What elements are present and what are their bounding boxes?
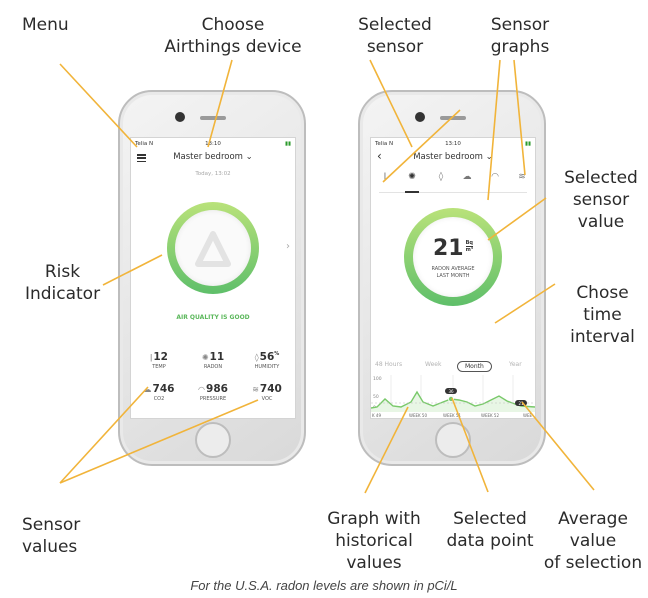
callout-graph-historical: Graph with historical values bbox=[327, 509, 421, 573]
callout-selected-sensor: Selected sensor bbox=[358, 15, 432, 57]
callout-time-interval: Chose time interval bbox=[570, 283, 635, 347]
average-label: 21 bbox=[518, 401, 524, 406]
risk-indicator-ring bbox=[167, 202, 259, 294]
clock-label: 13:10 bbox=[205, 141, 221, 147]
x-label-1: WEEK 50 bbox=[409, 413, 427, 418]
x-label-2: WEEK 51 bbox=[443, 413, 461, 418]
battery-icon: ▮▮ bbox=[524, 141, 531, 147]
left-phone-screen: Telia N 13:10 ▮▮ Master bedroom ⌄ Today,… bbox=[130, 137, 296, 419]
humidity-icon[interactable]: ◊ bbox=[433, 172, 449, 182]
interval-month[interactable]: Month bbox=[457, 361, 492, 372]
front-camera bbox=[175, 112, 185, 122]
time-interval-selector: 48 Hours Week Month Year bbox=[375, 359, 535, 372]
left-phone: Telia N 13:10 ▮▮ Master bedroom ⌄ Today,… bbox=[118, 90, 306, 466]
callout-sensor-graphs: Sensor graphs bbox=[490, 15, 550, 57]
value-caption-1: RADON AVERAGE bbox=[431, 266, 475, 272]
sensor-tabs: ǀ ✺ ◊ ☁ ◠ ≋ bbox=[371, 172, 535, 190]
status-bar: Telia N 13:10 ▮▮ bbox=[375, 141, 531, 150]
callout-sensor-values: Sensor values bbox=[22, 515, 81, 557]
earpiece-speaker bbox=[440, 116, 466, 120]
airthings-logo-icon bbox=[195, 231, 231, 267]
device-selector[interactable]: Master bedroom ⌄ bbox=[173, 152, 253, 162]
selected-tab-indicator bbox=[405, 191, 419, 193]
right-phone: Telia N 13:10 ▮▮ ‹ Master bedroom ⌄ ǀ ✺ … bbox=[358, 90, 546, 466]
sensor-value: 21 Bq m³ bbox=[432, 236, 474, 261]
gauge-icon[interactable]: ◠ bbox=[487, 172, 503, 182]
thermometer-icon[interactable]: ǀ bbox=[377, 172, 393, 182]
sensor-humidity[interactable]: ◊56% HUMIDITY bbox=[241, 351, 293, 370]
status-bar: Telia N 13:10 ▮▮ bbox=[135, 141, 291, 150]
sensor-radon[interactable]: ✺11 RADON bbox=[187, 351, 239, 370]
back-chevron-icon[interactable]: ‹ bbox=[377, 149, 382, 163]
clock-label: 13:10 bbox=[445, 141, 461, 147]
chevron-right-icon[interactable]: › bbox=[286, 241, 290, 252]
cloud-icon[interactable]: ☁ bbox=[459, 172, 475, 182]
footer-note: For the U.S.A. radon levels are shown in… bbox=[190, 578, 458, 593]
thermometer-icon: ǀ bbox=[150, 353, 153, 362]
home-button[interactable] bbox=[435, 422, 471, 458]
callout-risk-indicator: Risk Indicator bbox=[24, 262, 101, 304]
sensor-co2[interactable]: ☁746 CO2 bbox=[133, 383, 185, 402]
cloud-icon: ☁ bbox=[143, 385, 152, 394]
right-phone-screen: Telia N 13:10 ▮▮ ‹ Master bedroom ⌄ ǀ ✺ … bbox=[370, 137, 536, 419]
sensor-voc[interactable]: ≋740 VOC bbox=[241, 383, 293, 402]
y-tick-100: 100 bbox=[373, 376, 382, 382]
unit-top: Bq bbox=[465, 240, 474, 247]
radon-icon: ✺ bbox=[201, 353, 209, 362]
callout-choose-device: Choose Airthings device bbox=[164, 15, 302, 57]
interval-week[interactable]: Week bbox=[425, 361, 441, 368]
voc-icon: ≋ bbox=[252, 385, 259, 394]
top-bar: Master bedroom ⌄ bbox=[131, 152, 295, 168]
y-tick-50: 50 bbox=[373, 394, 379, 400]
callout-menu: Menu bbox=[22, 15, 69, 35]
history-graph[interactable]: 100 50 0 36 21 K 49 WEEK 50 WEEK 51 WEEK… bbox=[371, 374, 535, 418]
gauge-icon: ◠ bbox=[198, 385, 206, 394]
callout-average-value: Average value of selection bbox=[543, 509, 643, 573]
selected-data-point bbox=[448, 395, 455, 402]
interval-48-hours[interactable]: 48 Hours bbox=[375, 361, 402, 368]
front-camera bbox=[415, 112, 425, 122]
sensor-pressure[interactable]: ◠986 PRESSURE bbox=[187, 383, 239, 402]
radon-icon[interactable]: ✺ bbox=[404, 172, 420, 182]
sensor-temp[interactable]: ǀ12 TEMP bbox=[133, 351, 185, 370]
tab-divider bbox=[379, 192, 527, 193]
top-bar: ‹ Master bedroom ⌄ bbox=[371, 149, 535, 168]
x-label-4: WEE bbox=[523, 413, 532, 418]
interval-year[interactable]: Year bbox=[509, 361, 522, 368]
x-label-3: WEEK 52 bbox=[481, 413, 499, 418]
earpiece-speaker bbox=[200, 116, 226, 120]
value-caption-2: LAST MONTH bbox=[436, 273, 470, 279]
selected-point-label: 36 bbox=[448, 389, 454, 394]
menu-icon[interactable] bbox=[137, 154, 146, 163]
unit-bottom: m³ bbox=[465, 247, 474, 253]
last-updated-date: Today, 13:02 bbox=[195, 171, 231, 177]
battery-icon: ▮▮ bbox=[284, 141, 291, 147]
x-label-0: K 49 bbox=[372, 413, 381, 418]
callout-selected-data-point: Selected data point bbox=[446, 509, 534, 551]
voc-icon[interactable]: ≋ bbox=[514, 172, 530, 182]
callout-selected-sensor-value: Selected sensor value bbox=[564, 168, 638, 232]
device-selector[interactable]: Master bedroom ⌄ bbox=[413, 152, 493, 162]
air-quality-status: AIR QUALITY IS GOOD bbox=[176, 314, 250, 321]
home-button[interactable] bbox=[195, 422, 231, 458]
humidity-icon: ◊ bbox=[254, 353, 259, 362]
